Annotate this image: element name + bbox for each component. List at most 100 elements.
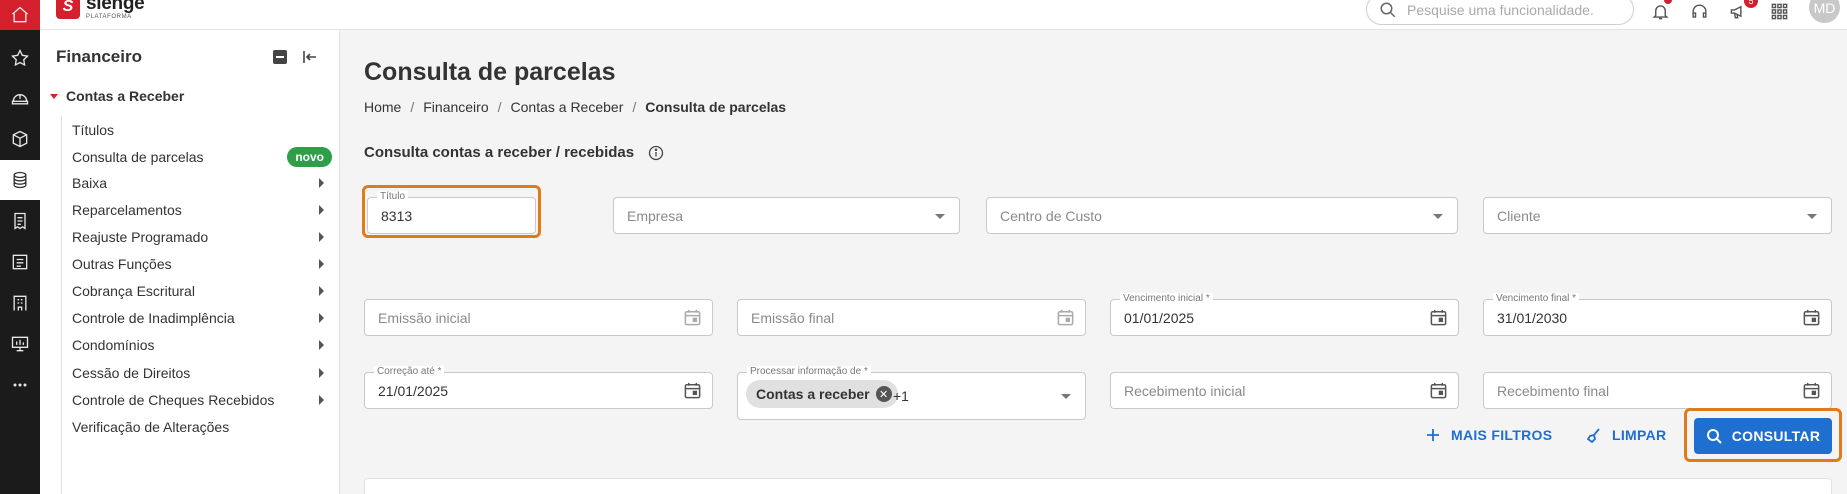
info-icon[interactable] xyxy=(648,145,664,161)
vencimento-inicial-field[interactable]: Vencimento inicial * 01/01/2025 xyxy=(1110,293,1459,336)
calendar-icon[interactable] xyxy=(683,381,702,400)
emissao-final-placeholder: Emissão final xyxy=(751,310,835,326)
empresa-select[interactable]: Empresa xyxy=(613,197,960,234)
sidebar-item-controle-de-cheques-recebidos[interactable]: Controle de Cheques Recebidos xyxy=(72,388,334,412)
breadcrumb-home[interactable]: Home xyxy=(364,99,401,115)
chevron-down-icon xyxy=(1807,214,1817,219)
sidebar-item-label: Condomínios xyxy=(72,337,155,353)
vencimento-inicial-value: 01/01/2025 xyxy=(1124,310,1195,326)
centro-de-custo-placeholder: Centro de Custo xyxy=(1000,208,1102,224)
sienge-logo[interactable]: S sienge PLATAFORMA xyxy=(56,0,145,20)
caret-right-icon xyxy=(319,232,324,242)
calendar-icon[interactable] xyxy=(1802,308,1821,327)
breadcrumb-financeiro[interactable]: Financeiro xyxy=(423,99,488,115)
recebimento-final-placeholder: Recebimento final xyxy=(1497,383,1610,399)
announcements-badge: 5 xyxy=(1744,0,1758,8)
receipt-icon[interactable] xyxy=(0,201,40,241)
sidebar-item-label: Outras Funções xyxy=(72,256,172,272)
sidebar-item-cobranca-escritural[interactable]: Cobrança Escritural xyxy=(72,279,334,303)
sidebar-title: Financeiro xyxy=(56,47,142,66)
sidebar-item-verificacao-de-alteracoes[interactable]: Verificação de Alterações xyxy=(72,415,334,439)
calendar-icon[interactable] xyxy=(1429,308,1448,327)
sidebar-item-label: Verificação de Alterações xyxy=(72,419,230,435)
coins-icon[interactable] xyxy=(0,160,40,200)
sidebar-item-baixa[interactable]: Baixa xyxy=(72,171,334,195)
titulo-value: 8313 xyxy=(381,208,413,224)
centro-de-custo-select[interactable]: Centro de Custo xyxy=(986,197,1458,234)
user-avatar[interactable]: MD xyxy=(1809,0,1840,23)
caret-right-icon xyxy=(319,286,324,296)
page-title: Consulta de parcelas xyxy=(364,58,616,86)
chip-contas-a-receber: Contas a receber ✕ xyxy=(746,380,898,408)
emissao-inicial-placeholder: Emissão inicial xyxy=(378,310,471,326)
broom-icon xyxy=(1586,428,1600,443)
calendar-icon[interactable] xyxy=(1802,381,1821,400)
hide-sidebar-icon[interactable] xyxy=(302,49,318,65)
feature-search[interactable] xyxy=(1366,0,1634,25)
chevron-down-icon[interactable] xyxy=(1061,394,1071,399)
recebimento-inicial-placeholder: Recebimento inicial xyxy=(1124,383,1246,399)
processar-informacao-label: Processar informação de * xyxy=(747,366,871,378)
list-document-icon[interactable] xyxy=(0,242,40,282)
sidebar-item-titulos[interactable]: Títulos xyxy=(72,118,334,142)
cliente-select[interactable]: Cliente xyxy=(1483,197,1832,234)
processar-informacao-select[interactable]: Processar informação de * Contas a receb… xyxy=(737,366,1086,420)
more-icon[interactable] xyxy=(0,365,40,405)
logo-mark-icon: S xyxy=(56,0,80,19)
sidebar-item-label: Controle de Inadimplência xyxy=(72,310,235,326)
titulo-field[interactable]: Título 8313 xyxy=(367,191,536,234)
sidebar-item-cessao-de-direitos[interactable]: Cessão de Direitos xyxy=(72,361,334,385)
search-input[interactable] xyxy=(1407,1,1617,18)
caret-right-icon xyxy=(319,205,324,215)
sidebar-item-condominios[interactable]: Condomínios xyxy=(72,333,334,357)
box-icon[interactable] xyxy=(0,119,40,159)
consultar-button[interactable]: CONSULTAR xyxy=(1694,418,1832,454)
extra-selection-count: +1 xyxy=(893,388,909,404)
sidebar-item-controle-de-inadimplencia[interactable]: Controle de Inadimplência xyxy=(72,306,334,330)
sidebar-item-reparcelamentos[interactable]: Reparcelamentos xyxy=(72,198,334,222)
breadcrumb-contas-a-receber[interactable]: Contas a Receber xyxy=(511,99,624,115)
correcao-ate-field[interactable]: Correção até * 21/01/2025 xyxy=(364,366,713,409)
calendar-icon[interactable] xyxy=(683,308,702,327)
caret-right-icon xyxy=(319,368,324,378)
notifications-bell-icon[interactable] xyxy=(1648,0,1672,22)
sidebar-item-consulta-de-parcelas[interactable]: Consulta de parcelas novo xyxy=(72,145,334,169)
megaphone-icon[interactable]: 5 xyxy=(1726,0,1758,22)
emissao-final-field[interactable]: Emissão final xyxy=(737,299,1086,336)
app-rail xyxy=(0,0,40,494)
apps-grid-icon[interactable] xyxy=(1767,0,1791,22)
search-icon xyxy=(1706,429,1722,444)
caret-right-icon xyxy=(319,178,324,188)
vencimento-final-field[interactable]: Vencimento final * 31/01/2030 xyxy=(1483,293,1832,336)
emissao-inicial-field[interactable]: Emissão inicial xyxy=(364,299,713,336)
more-filters-button[interactable]: MAIS FILTROS xyxy=(1425,427,1552,443)
tree-guide-line xyxy=(61,116,62,494)
home-icon[interactable] xyxy=(0,0,40,30)
cliente-placeholder: Cliente xyxy=(1497,208,1541,224)
building-icon[interactable] xyxy=(0,283,40,323)
calendar-icon[interactable] xyxy=(1429,381,1448,400)
logo-subtitle: PLATAFORMA xyxy=(86,14,132,20)
recebimento-inicial-field[interactable]: Recebimento inicial xyxy=(1110,372,1459,409)
caret-right-icon xyxy=(319,340,324,350)
calendar-icon[interactable] xyxy=(1056,308,1075,327)
monitor-chart-icon[interactable] xyxy=(0,324,40,364)
sidebar-item-label: Reajuste Programado xyxy=(72,229,209,245)
clear-button[interactable]: LIMPAR xyxy=(1586,427,1666,443)
chip-remove-icon[interactable]: ✕ xyxy=(875,386,892,402)
sidebar-group-contas-a-receber[interactable]: Contas a Receber xyxy=(50,88,184,104)
chevron-down-icon xyxy=(1433,214,1443,219)
caret-right-icon xyxy=(319,259,324,269)
main-content: Consulta de parcelas Home / Financeiro /… xyxy=(340,30,1847,494)
chevron-down-icon xyxy=(935,214,945,219)
headset-icon[interactable] xyxy=(1687,0,1711,22)
helmet-icon[interactable] xyxy=(0,78,40,118)
vencimento-final-value: 31/01/2030 xyxy=(1497,310,1568,326)
star-icon[interactable] xyxy=(0,38,40,78)
top-bar: S sienge PLATAFORMA 5 MD xyxy=(40,0,1847,30)
sidebar-item-outras-funcoes[interactable]: Outras Funções xyxy=(72,252,334,276)
sidebar-item-reajuste-programado[interactable]: Reajuste Programado xyxy=(72,225,334,249)
collapse-all-icon[interactable] xyxy=(272,49,288,65)
sidebar-group-label: Contas a Receber xyxy=(66,88,185,104)
recebimento-final-field[interactable]: Recebimento final xyxy=(1483,372,1832,409)
